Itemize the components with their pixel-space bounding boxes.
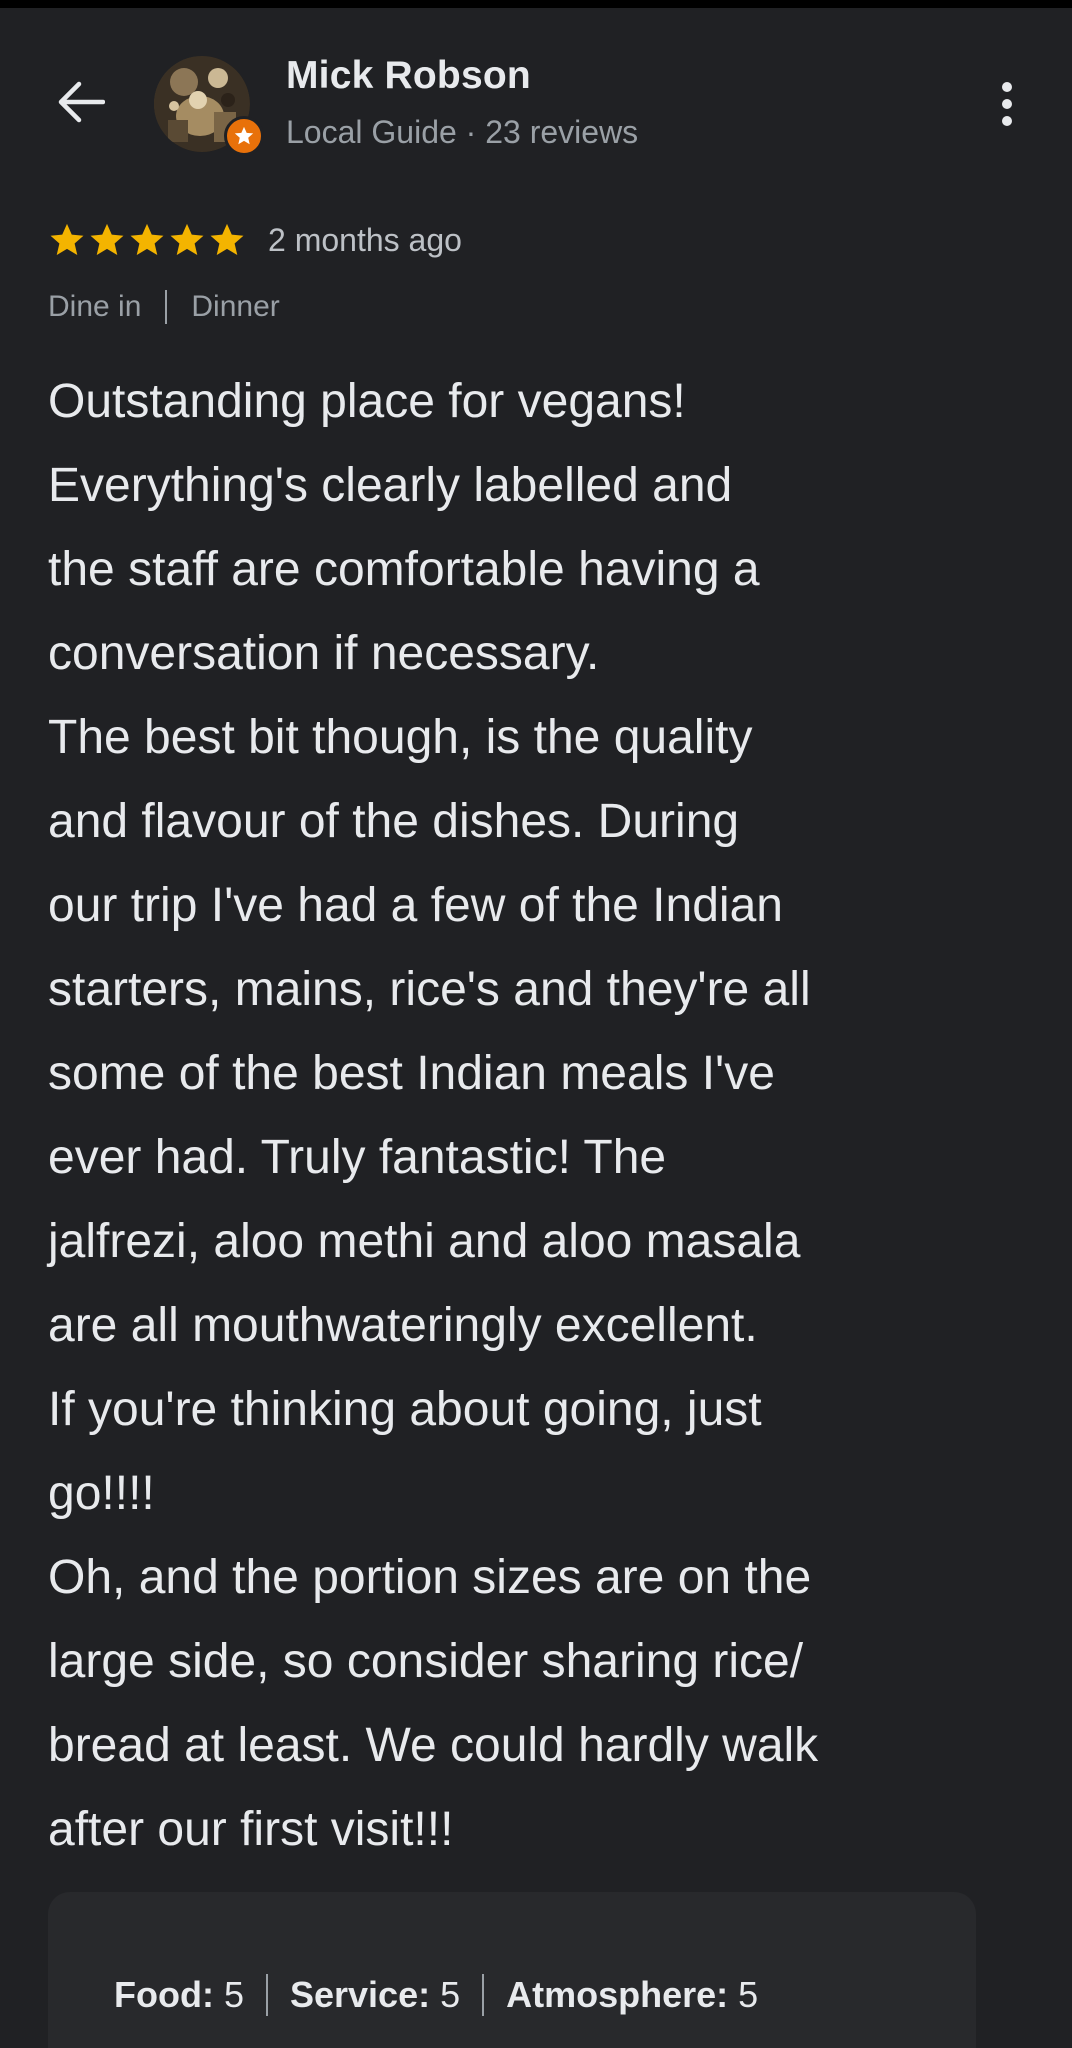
sub-ratings-card: Food: 5 Service: 5 Atmosphere: 5 [48, 1892, 976, 2048]
back-button[interactable] [48, 74, 112, 130]
review-text-line: after our first visit!!! [48, 1803, 454, 1856]
review-text-line: starters, mains, rice's and they're all [48, 963, 811, 1016]
service-label: Service: [289, 1974, 431, 2015]
review-date: 2 months ago [268, 221, 462, 258]
arrow-left-icon [58, 81, 105, 123]
review-text-line: go!!!! [48, 1467, 155, 1520]
review-text-line: some of the best Indian meals I've [48, 1047, 775, 1100]
service-value: 5 [440, 1974, 461, 2015]
review-detail-screen: Mick Robson Local Guide · 23 reviews 2 m… [0, 0, 1072, 2048]
reviewer-name[interactable]: Mick Robson [286, 54, 531, 98]
atmosphere-value: 5 [738, 1974, 759, 2015]
star-icon [90, 223, 124, 256]
review-text-line: large side, so consider sharing rice/ [48, 1635, 804, 1688]
review-text-line: ever had. Truly fantastic! The [48, 1131, 667, 1184]
review-text-line: bread at least. We could hardly walk [48, 1719, 819, 1772]
ratings-divider [265, 1974, 268, 2016]
review-header: Mick Robson Local Guide · 23 reviews [0, 48, 1072, 168]
review-text-line: our trip I've had a few of the Indian [48, 879, 783, 932]
rating-row: 2 months ago [48, 216, 462, 264]
atmosphere-label: Atmosphere: [506, 1974, 729, 2015]
star-icon [50, 223, 84, 256]
more-options-button[interactable] [982, 76, 1032, 132]
avatar[interactable] [154, 56, 264, 156]
ratings-divider [482, 1974, 485, 2016]
star-icon [130, 223, 164, 256]
review-text-line: Outstanding place for vegans! [48, 375, 686, 428]
visit-tags: Dine in Dinner [48, 290, 280, 324]
food-value: 5 [223, 1974, 244, 2015]
status-bar-edge [0, 0, 1072, 8]
review-text-line: are all mouthwateringly excellent. [48, 1299, 758, 1352]
food-label: Food: [114, 1974, 214, 2015]
review-text: Outstanding place for vegans! Everything'… [48, 360, 1038, 1872]
review-text-line: If you're thinking about going, just [48, 1383, 762, 1436]
review-text-line: jalfrezi, aloo methi and aloo masala [48, 1215, 801, 1268]
tag-dine-in: Dine in [48, 290, 142, 323]
star-icon [210, 223, 244, 256]
more-vert-icon [1002, 82, 1012, 126]
local-guide-badge-icon [224, 116, 264, 156]
sub-ratings: Food: 5 Service: 5 Atmosphere: 5 [114, 1974, 758, 2016]
review-text-line: Oh, and the portion sizes are on the [48, 1551, 812, 1604]
review-text-line: and flavour of the dishes. During [48, 795, 740, 848]
review-text-line: conversation if necessary. [48, 627, 600, 680]
star-rating [48, 221, 246, 259]
tag-dinner: Dinner [191, 290, 280, 323]
star-icon [170, 223, 204, 256]
review-text-line: Everything's clearly labelled and [48, 459, 733, 512]
reviewer-meta: Local Guide · 23 reviews [286, 114, 639, 150]
review-text-line: the staff are comfortable having a [48, 543, 760, 596]
tag-divider [165, 290, 168, 324]
review-text-line: The best bit though, is the quality [48, 711, 753, 764]
